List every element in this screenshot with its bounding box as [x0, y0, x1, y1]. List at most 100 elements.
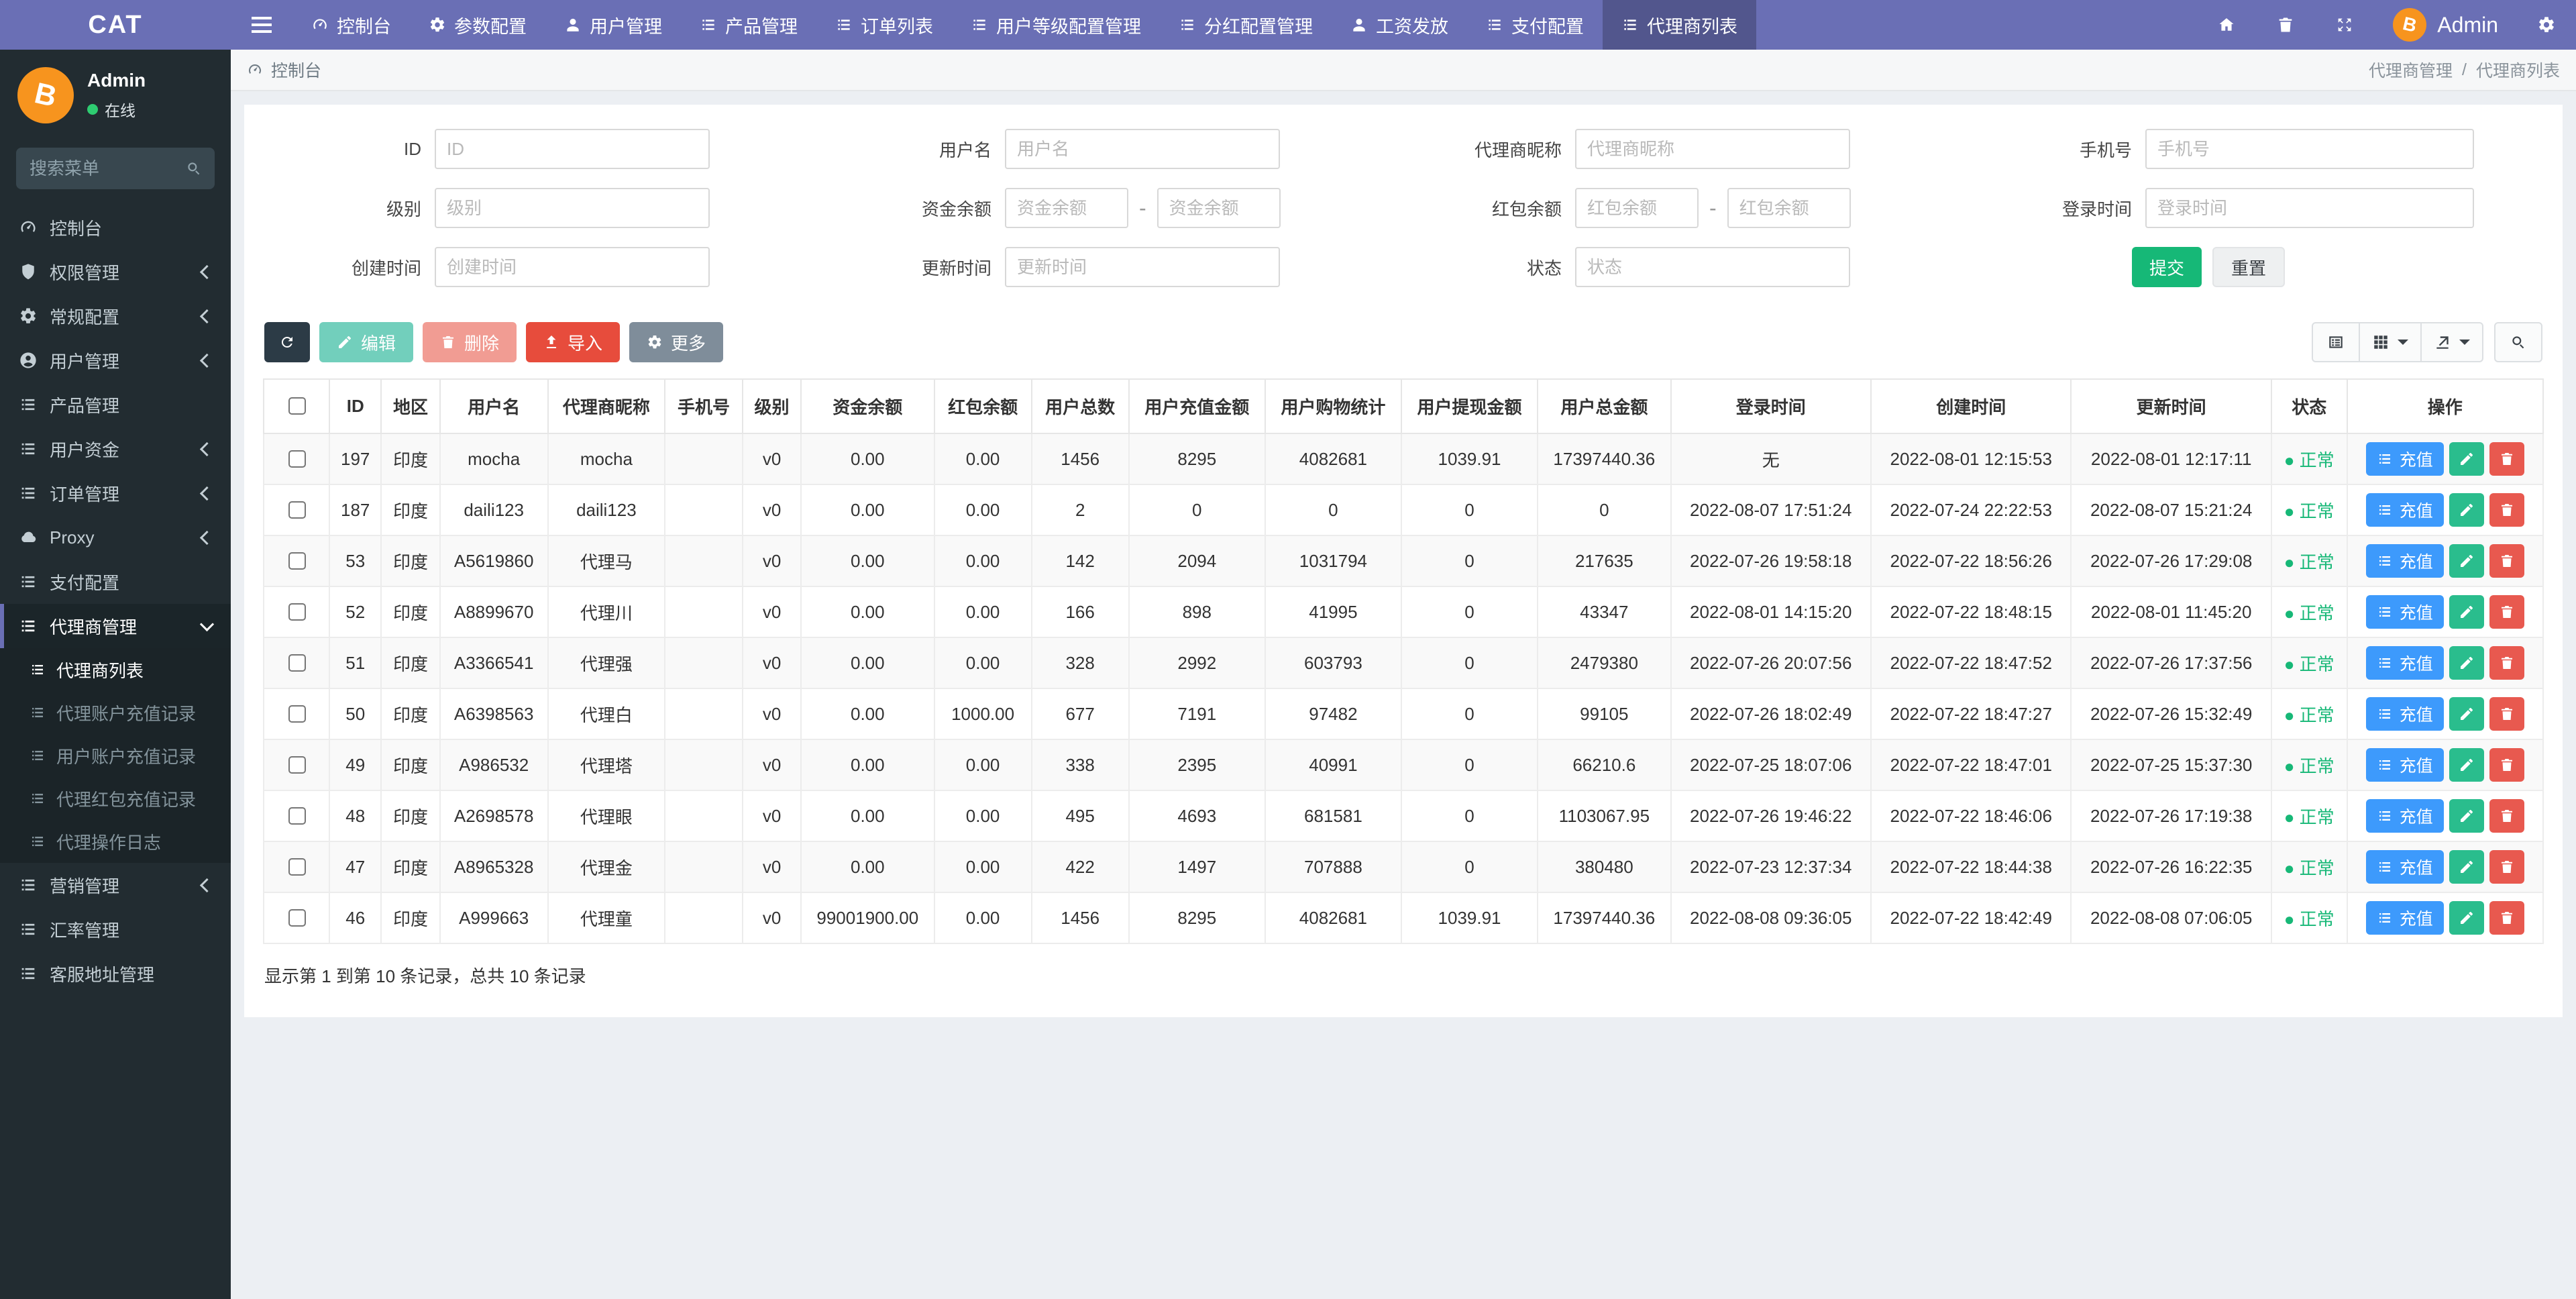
row-edit-button[interactable]: [2449, 646, 2484, 680]
sidebar-subitem-agent-recharge-log[interactable]: 代理账户充值记录: [0, 691, 231, 734]
row-delete-button[interactable]: [2489, 901, 2524, 935]
user-menu[interactable]: B Admin: [2374, 8, 2517, 42]
recharge-button[interactable]: 充值: [2365, 442, 2444, 476]
row-checkbox[interactable]: [288, 450, 306, 468]
search-toggle-button[interactable]: [2494, 322, 2542, 362]
row-checkbox[interactable]: [288, 552, 306, 570]
sidebar-subitem-agent-op-log[interactable]: 代理操作日志: [0, 820, 231, 863]
submit-button[interactable]: 提交: [2132, 247, 2202, 287]
row-edit-button[interactable]: [2449, 595, 2484, 629]
row-checkbox[interactable]: [288, 807, 306, 825]
topnav-item-dividend[interactable]: 分红配置管理: [1160, 0, 1332, 50]
sidebar-item-user-mgmt[interactable]: 用户管理: [0, 338, 231, 382]
filter-input-6-min[interactable]: [1575, 188, 1699, 228]
sidebar-item-user-funds[interactable]: 用户资金: [0, 427, 231, 471]
sidebar-item-permission[interactable]: 权限管理: [0, 250, 231, 294]
sidebar-item-exchange-rate[interactable]: 汇率管理: [0, 907, 231, 951]
sidebar-item-order-mgmt[interactable]: 订单管理: [0, 471, 231, 515]
filter-input-3[interactable]: [2145, 129, 2474, 169]
settings-button[interactable]: [2517, 0, 2576, 50]
row-delete-button[interactable]: [2489, 595, 2524, 629]
detail-view-button[interactable]: [2312, 322, 2360, 362]
filter-input-8[interactable]: [435, 247, 710, 287]
topnav-item-agentlist[interactable]: 代理商列表: [1603, 0, 1756, 50]
row-edit-button[interactable]: [2449, 850, 2484, 884]
fullscreen-button[interactable]: [2315, 0, 2374, 50]
row-edit-button[interactable]: [2449, 748, 2484, 782]
recharge-button[interactable]: 充值: [2365, 748, 2444, 782]
sidebar-item-marketing[interactable]: 营销管理: [0, 863, 231, 907]
filter-input-1[interactable]: [1005, 129, 1280, 169]
topnav-item-orders[interactable]: 订单列表: [816, 0, 952, 50]
row-edit-button[interactable]: [2449, 799, 2484, 833]
sidebar-subitem-agent-list[interactable]: 代理商列表: [0, 648, 231, 691]
row-edit-button[interactable]: [2449, 493, 2484, 527]
recharge-button[interactable]: 充值: [2365, 901, 2444, 935]
filter-input-10[interactable]: [1575, 247, 1850, 287]
row-delete-button[interactable]: [2489, 442, 2524, 476]
sidebar-item-pay-config[interactable]: 支付配置: [0, 560, 231, 604]
recharge-button[interactable]: 充值: [2365, 595, 2444, 629]
select-all-checkbox[interactable]: [288, 397, 306, 415]
topnav-item-userlevel[interactable]: 用户等级配置管理: [952, 0, 1160, 50]
breadcrumb-section[interactable]: 代理商管理: [2369, 58, 2453, 82]
filter-input-6-max[interactable]: [1727, 188, 1851, 228]
sidebar-item-product-mgmt[interactable]: 产品管理: [0, 382, 231, 427]
topnav-item-params[interactable]: 参数配置: [410, 0, 545, 50]
filter-input-2[interactable]: [1575, 129, 1850, 169]
topnav-item-products[interactable]: 产品管理: [681, 0, 816, 50]
more-button[interactable]: 更多: [629, 322, 724, 362]
row-checkbox[interactable]: [288, 501, 306, 519]
row-checkbox[interactable]: [288, 908, 306, 927]
filter-input-0[interactable]: [435, 129, 710, 169]
recharge-button[interactable]: 充值: [2365, 799, 2444, 833]
row-edit-button[interactable]: [2449, 901, 2484, 935]
recharge-button[interactable]: 充值: [2365, 544, 2444, 578]
delete-button[interactable]: 删除: [423, 322, 517, 362]
row-checkbox[interactable]: [288, 858, 306, 876]
recharge-button[interactable]: 充值: [2365, 646, 2444, 680]
row-edit-button[interactable]: [2449, 697, 2484, 731]
row-delete-button[interactable]: [2489, 850, 2524, 884]
row-delete-button[interactable]: [2489, 799, 2524, 833]
sidebar-item-service-addr[interactable]: 客服地址管理: [0, 951, 231, 996]
row-delete-button[interactable]: [2489, 544, 2524, 578]
row-delete-button[interactable]: [2489, 748, 2524, 782]
filter-input-4[interactable]: [435, 188, 710, 228]
sidebar-item-agent-mgmt[interactable]: 代理商管理: [0, 604, 231, 648]
filter-input-5-max[interactable]: [1157, 188, 1281, 228]
edit-button[interactable]: 编辑: [319, 322, 414, 362]
row-edit-button[interactable]: [2449, 442, 2484, 476]
clear-cache-button[interactable]: [2256, 0, 2315, 50]
recharge-button[interactable]: 充值: [2365, 697, 2444, 731]
sidebar-item-console[interactable]: 控制台: [0, 205, 231, 250]
topnav-item-users[interactable]: 用户管理: [545, 0, 681, 50]
export-button[interactable]: [2422, 322, 2483, 362]
columns-button[interactable]: [2360, 322, 2422, 362]
topnav-item-payment[interactable]: 支付配置: [1467, 0, 1603, 50]
sidebar-item-general-config[interactable]: 常规配置: [0, 294, 231, 338]
row-delete-button[interactable]: [2489, 646, 2524, 680]
filter-input-5-min[interactable]: [1005, 188, 1128, 228]
row-checkbox[interactable]: [288, 705, 306, 723]
recharge-button[interactable]: 充值: [2365, 850, 2444, 884]
import-button[interactable]: 导入: [526, 322, 621, 362]
sidebar-subitem-user-recharge-log[interactable]: 用户账户充值记录: [0, 734, 231, 777]
sidebar-item-proxy[interactable]: Proxy: [0, 515, 231, 560]
refresh-button[interactable]: [264, 322, 310, 362]
row-delete-button[interactable]: [2489, 697, 2524, 731]
sidebar-toggle-button[interactable]: [231, 0, 292, 50]
home-button[interactable]: [2197, 0, 2256, 50]
topnav-item-salary[interactable]: 工资发放: [1332, 0, 1467, 50]
row-checkbox[interactable]: [288, 654, 306, 672]
filter-input-9[interactable]: [1005, 247, 1280, 287]
row-checkbox[interactable]: [288, 603, 306, 621]
filter-input-7[interactable]: [2145, 188, 2474, 228]
topnav-item-console[interactable]: 控制台: [292, 0, 410, 50]
row-edit-button[interactable]: [2449, 544, 2484, 578]
row-delete-button[interactable]: [2489, 493, 2524, 527]
recharge-button[interactable]: 充值: [2365, 493, 2444, 527]
reset-button[interactable]: 重置: [2212, 247, 2286, 287]
row-checkbox[interactable]: [288, 756, 306, 774]
sidebar-subitem-agent-redpacket-log[interactable]: 代理红包充值记录: [0, 777, 231, 820]
